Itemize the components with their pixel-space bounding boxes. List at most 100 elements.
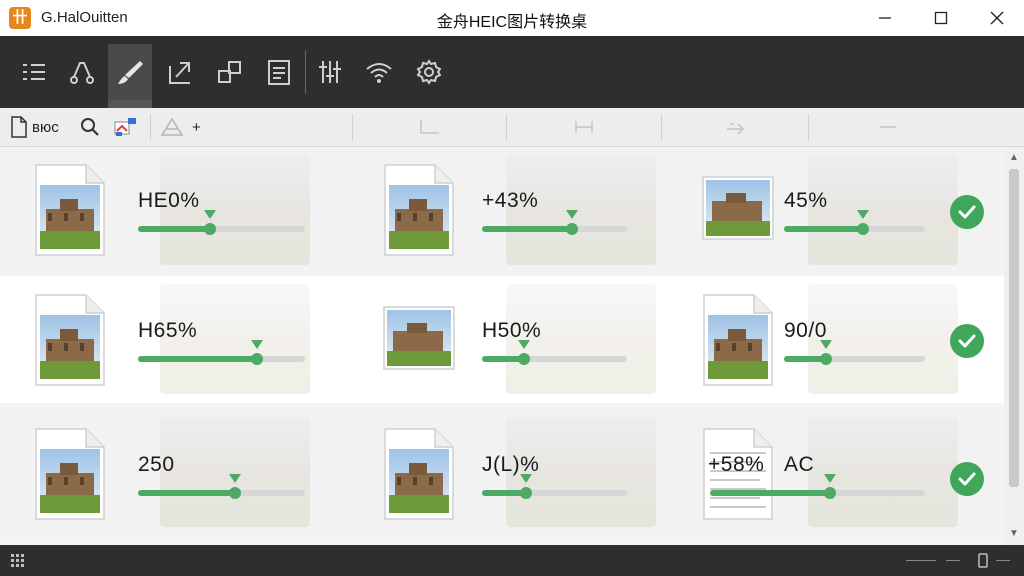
progress-knob[interactable] <box>518 353 530 365</box>
toolbar-route-button[interactable] <box>60 44 104 100</box>
document-icon <box>268 60 290 85</box>
progress-track[interactable] <box>482 474 627 499</box>
zoom-minus[interactable] <box>946 560 960 561</box>
progress-track[interactable] <box>482 340 627 365</box>
search-button[interactable] <box>80 108 100 146</box>
close-icon <box>990 11 1004 25</box>
progress-track[interactable] <box>710 474 925 499</box>
file-row: HE0% +43% 45% <box>0 147 1004 274</box>
progress-knob[interactable] <box>520 487 532 499</box>
subbar-separator <box>661 114 662 140</box>
image-thumbnail[interactable] <box>383 293 455 387</box>
align-bottom-button[interactable] <box>418 108 442 146</box>
progress-label: H50% <box>482 319 542 342</box>
image-convert-icon <box>114 118 136 136</box>
progress-track[interactable] <box>784 340 925 365</box>
list-icon <box>23 64 45 80</box>
preview-ghost <box>160 417 310 527</box>
toolbar-resize-button[interactable] <box>208 44 252 100</box>
progress-knob[interactable] <box>820 353 832 365</box>
main-toolbar <box>0 36 1024 108</box>
zoom-track[interactable] <box>906 560 936 561</box>
width-icon <box>575 121 593 133</box>
toolbar-list-button[interactable] <box>12 44 56 100</box>
progress-track[interactable] <box>138 340 305 365</box>
progress-knob[interactable] <box>251 353 263 365</box>
grid-view-button[interactable] <box>10 553 26 574</box>
scrollbar-thumb[interactable] <box>1009 169 1019 487</box>
progress-marker-icon <box>229 474 241 483</box>
progress-marker-icon <box>520 474 532 483</box>
scroll-up-icon[interactable]: ▲ <box>1004 149 1024 167</box>
wifi-icon <box>366 63 392 83</box>
progress-label: 45% <box>784 189 828 212</box>
swap-button[interactable] <box>724 108 748 146</box>
file-icon <box>11 116 27 138</box>
progress-track[interactable] <box>482 210 627 235</box>
file-row: H65% H50% 90/0 <box>0 276 1004 403</box>
toolbar-separator <box>305 50 306 94</box>
progress-label: +43% <box>482 189 539 212</box>
status-divider <box>996 560 1010 561</box>
toolbar-export-button[interactable] <box>158 44 202 100</box>
toolbar-document-button[interactable] <box>257 44 301 100</box>
add-file-button[interactable]: вюс <box>10 108 59 146</box>
progress-track[interactable] <box>138 210 305 235</box>
convert-image-button[interactable] <box>114 108 138 146</box>
image-thumbnail[interactable] <box>383 427 455 521</box>
progress-fill <box>138 490 235 496</box>
file-row: 250 J(L)% +58% AC <box>0 409 1004 536</box>
close-button[interactable] <box>974 0 1020 36</box>
progress-fill <box>138 356 257 362</box>
toolbar-brush-button[interactable] <box>108 44 152 108</box>
image-thumbnail[interactable] <box>34 163 106 257</box>
image-thumbnail[interactable] <box>702 163 774 257</box>
secondary-toolbar: вюс + <box>0 108 1024 147</box>
swap-icon <box>727 123 745 135</box>
device-button[interactable] <box>976 553 990 574</box>
minimize-button[interactable] <box>862 0 908 36</box>
title-bar: 卄 G.HalOuitten 金舟HEIC图片转换桌 <box>0 0 1024 36</box>
width-button[interactable] <box>572 108 596 146</box>
progress-knob[interactable] <box>204 223 216 235</box>
resize-icon <box>218 61 241 83</box>
progress-knob[interactable] <box>857 223 869 235</box>
format-label: AC <box>784 453 815 476</box>
subbar-separator <box>352 114 353 140</box>
subbar-separator <box>808 114 809 140</box>
subbar-separator <box>506 114 507 140</box>
route-icon <box>70 62 94 84</box>
progress-knob[interactable] <box>229 487 241 499</box>
toolbar-wifi-button[interactable] <box>357 44 401 100</box>
progress-knob[interactable] <box>566 223 578 235</box>
image-thumbnail[interactable] <box>34 293 106 387</box>
remove-button[interactable] <box>876 108 900 146</box>
image-thumbnail[interactable] <box>702 293 774 387</box>
toolbar-sliders-button[interactable] <box>308 44 352 100</box>
progress-marker-icon <box>820 340 832 349</box>
image-thumbnail[interactable] <box>383 163 455 257</box>
maximize-icon <box>934 11 948 25</box>
done-check-icon <box>950 462 984 496</box>
preview-ghost <box>808 417 958 527</box>
minus-icon <box>880 126 896 128</box>
progress-track[interactable] <box>784 210 925 235</box>
add-output-button[interactable]: + <box>160 108 201 146</box>
progress-fill <box>710 490 830 496</box>
maximize-button[interactable] <box>918 0 964 36</box>
progress-label: 250 <box>138 453 175 476</box>
progress-track[interactable] <box>138 474 305 499</box>
image-thumbnail[interactable] <box>34 427 106 521</box>
file-list: HE0% +43% 45% H65% H50% 90/0 250 J(L)% +58% AC <box>0 147 1004 545</box>
progress-label: H65% <box>138 319 198 342</box>
scroll-down-icon[interactable]: ▼ <box>1004 525 1024 543</box>
brush-icon <box>118 61 143 84</box>
gear-icon <box>416 59 442 85</box>
progress-knob[interactable] <box>824 487 836 499</box>
toolbar-settings-button[interactable] <box>407 44 451 100</box>
vertical-scrollbar[interactable]: ▲ ▼ <box>1004 147 1024 545</box>
phone-icon <box>978 553 988 568</box>
grid-dots-icon <box>11 554 24 567</box>
done-check-icon <box>950 195 984 229</box>
file-label: вюс <box>32 118 59 136</box>
